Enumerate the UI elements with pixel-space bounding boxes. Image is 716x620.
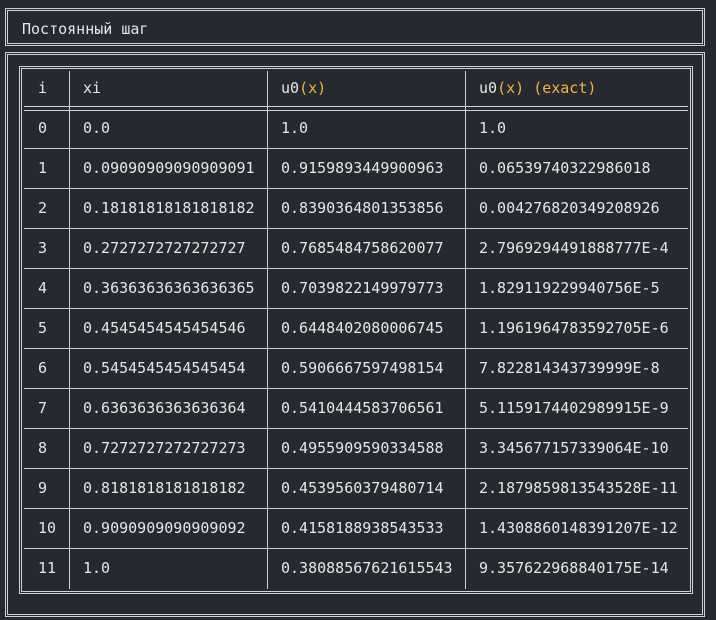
column-header: u0(x) bbox=[281, 79, 327, 97]
row-divider bbox=[24, 348, 688, 349]
row-divider bbox=[24, 188, 688, 189]
table-cell: 1.1961964783592705E-6 bbox=[479, 319, 669, 337]
table-cell: 1.0 bbox=[83, 559, 111, 577]
table-cell: 1.4308860148391207E-12 bbox=[479, 519, 678, 537]
table-cell: 0.8390364801353856 bbox=[281, 199, 444, 217]
table-cell: 0.18181818181818182 bbox=[83, 199, 255, 217]
column-header: u0(x) (exact) bbox=[479, 79, 597, 97]
table-cell: 7.822814343739999E-8 bbox=[479, 359, 660, 377]
row-divider bbox=[24, 148, 688, 149]
row-divider bbox=[24, 228, 688, 229]
table-cell: 0.5410444583706561 bbox=[281, 399, 444, 417]
table-cell: 0.7685484758620077 bbox=[281, 239, 444, 257]
table-cell: 0.38088567621615543 bbox=[281, 559, 453, 577]
table-cell: 0.4158188938543533 bbox=[281, 519, 444, 537]
table-cell: 0.36363636363636365 bbox=[83, 279, 255, 297]
row-divider bbox=[24, 508, 688, 509]
table-cell: 0.4955909590334588 bbox=[281, 439, 444, 457]
table-cell: 2 bbox=[38, 199, 48, 217]
page-title: Постоянный шаг bbox=[22, 20, 149, 38]
table-cell: 1.829119229940756E-5 bbox=[479, 279, 660, 297]
table-cell: 0.7039822149979773 bbox=[281, 279, 444, 297]
table-cell: 0.9159893449900963 bbox=[281, 159, 444, 177]
table-cell: 9 bbox=[38, 479, 48, 497]
table-cell: 9.357622968840175E-14 bbox=[479, 559, 669, 577]
table-cell: 2.1879859813543528E-11 bbox=[479, 479, 678, 497]
title-panel: Постоянный шаг bbox=[5, 8, 705, 46]
table-cell: 3 bbox=[38, 239, 48, 257]
table-cell: 3.345677157339064E-10 bbox=[479, 439, 669, 457]
table-cell: 0.4539560379480714 bbox=[281, 479, 444, 497]
table-cell: 5.1159174402989915E-9 bbox=[479, 399, 669, 417]
table-cell: 11 bbox=[38, 559, 57, 577]
table-cell: 0.6363636363636364 bbox=[83, 399, 246, 417]
row-divider bbox=[24, 468, 688, 469]
table-cell: 0.2727272727272727 bbox=[83, 239, 246, 257]
table-cell: 0.5454545454545454 bbox=[83, 359, 246, 377]
row-divider bbox=[24, 428, 688, 429]
table-cell: 5 bbox=[38, 319, 48, 337]
table-cell: 0.0 bbox=[83, 119, 111, 137]
column-header: xi bbox=[83, 79, 102, 97]
table-cell: 7 bbox=[38, 399, 48, 417]
row-divider bbox=[24, 388, 688, 389]
table-cell: 1.0 bbox=[281, 119, 309, 137]
table-cell: 10 bbox=[38, 519, 57, 537]
table-cell: 0.7272727272727273 bbox=[83, 439, 246, 457]
table-cell: 0.9090909090909092 bbox=[83, 519, 246, 537]
row-divider bbox=[24, 268, 688, 269]
table-cell: 0.6448402080006745 bbox=[281, 319, 444, 337]
table-cell: 2.7969294491888777E-4 bbox=[479, 239, 669, 257]
table-cell: 0.09090909090909091 bbox=[83, 159, 255, 177]
table-cell: 0.8181818181818182 bbox=[83, 479, 246, 497]
table-cell: 1.0 bbox=[479, 119, 507, 137]
table-cell: 0.5906667597498154 bbox=[281, 359, 444, 377]
table-cell: 0.06539740322986018 bbox=[479, 159, 651, 177]
table-cell: 8 bbox=[38, 439, 48, 457]
table-cell: 0.4545454545454546 bbox=[83, 319, 246, 337]
table-cell: 0.004276820349208926 bbox=[479, 199, 660, 217]
table-cell: 4 bbox=[38, 279, 48, 297]
table-cell: 1 bbox=[38, 159, 48, 177]
row-divider bbox=[24, 548, 688, 549]
header-divider bbox=[24, 106, 688, 107]
table-cell: 6 bbox=[38, 359, 48, 377]
column-header: i bbox=[38, 79, 48, 97]
row-divider bbox=[24, 308, 688, 309]
table-cell: 0 bbox=[38, 119, 48, 137]
